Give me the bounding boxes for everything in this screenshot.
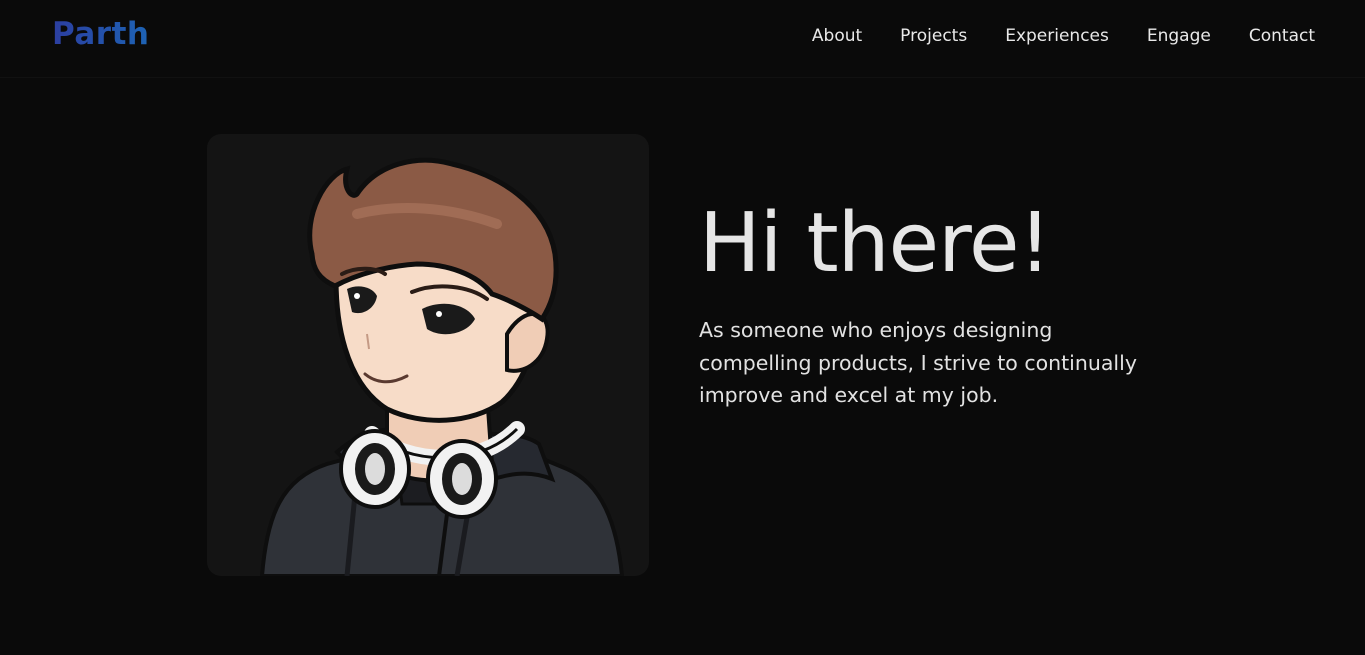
navbar: Parth About Projects Experiences Engage … xyxy=(0,0,1365,78)
nav-link-about[interactable]: About xyxy=(812,26,862,46)
hero-title: Hi there! xyxy=(699,196,1051,291)
hero-description: As someone who enjoys designing compelli… xyxy=(699,318,1137,407)
hero-section: Hi there! As someone who enjoys designin… xyxy=(699,196,1169,412)
nav-link-contact[interactable]: Contact xyxy=(1249,26,1315,46)
avatar-card xyxy=(207,134,649,576)
avatar-illustration xyxy=(259,157,625,576)
nav-link-engage[interactable]: Engage xyxy=(1147,26,1211,46)
nav-menu: About Projects Experiences Engage Contac… xyxy=(812,26,1315,46)
nav-link-experiences[interactable]: Experiences xyxy=(1005,26,1109,46)
nav-link-projects[interactable]: Projects xyxy=(900,26,967,46)
logo-link[interactable]: Parth xyxy=(52,16,149,52)
